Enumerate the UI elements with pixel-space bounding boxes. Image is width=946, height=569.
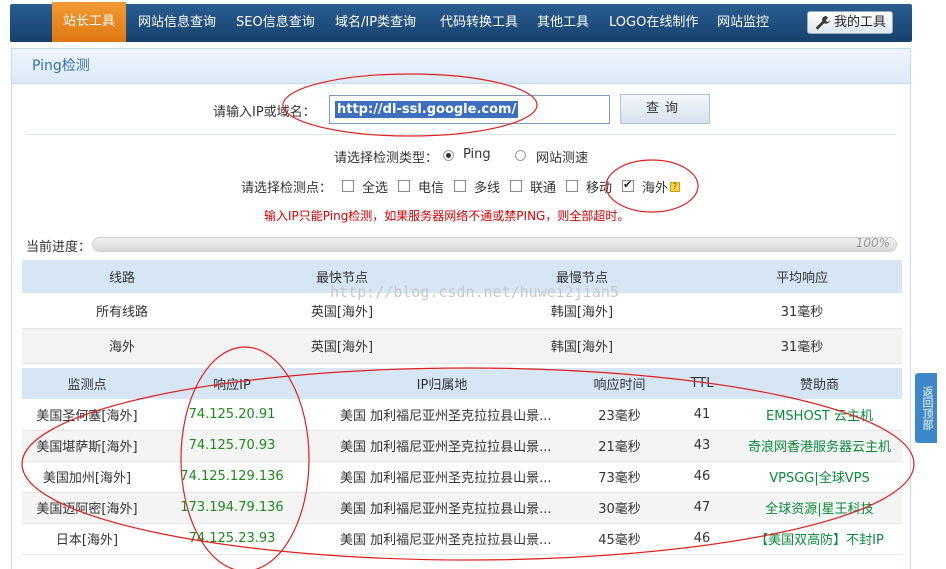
checkbox-all[interactable] [342,180,354,192]
results-header: IP归属地 [312,368,572,399]
help-icon[interactable]: ? [670,182,680,192]
nav-item-domain-ip[interactable]: 域名/IP类查询 [335,4,416,42]
ttl-cell: 46 [667,523,737,555]
checkbox-telecom-label: 电信 [418,181,445,196]
domain-input-value: http://dl-ssl.google.com/ [335,101,519,118]
summary-cell: 英国[海外] [222,328,462,364]
nav-item-monitor[interactable]: 网站监控 [717,4,769,42]
checkbox-telecom[interactable] [398,180,410,192]
sponsor-link[interactable]: 全球资源|星王科技 [737,492,902,524]
checkbox-overseas-label: 海外 [642,181,669,196]
query-button[interactable]: 查询 [620,94,710,124]
panel-title: Ping检测 [32,58,90,74]
checkbox-unicom-label: 联通 [530,181,557,196]
results-row: 美国迈阿密[海外] 173.194.79.136 美国 加利福尼亚州圣克拉拉县山景.… [22,492,902,524]
top-nav: 站长工具 网站信息查询 SEO信息查询 域名/IP类查询 代码转换工具 其他工具… [10,2,912,42]
checkbox-all-label: 全选 [362,181,389,196]
summary-cell: 31毫秒 [702,293,902,329]
back-to-top-tab[interactable]: 返回顶部 [915,373,937,443]
summary-row: 海外 英国[海外] 韩国[海外] 31毫秒 [22,328,902,364]
sponsor-link[interactable]: 【美国双高防】不封IP [737,523,902,555]
results-row: 美国圣何塞[海外] 74.125.20.91 美国 加利福尼亚州圣克拉拉县山景...… [22,399,902,431]
results-row: 美国加州[海外] 74.125.129.136 美国 加利福尼亚州圣克拉拉县山景..… [22,461,902,493]
summary-cell: 海外 [22,328,222,364]
monitor-point-cell: 美国圣何塞[海外] [22,399,152,431]
results-row: 美国堪萨斯[海外] 74.125.70.93 美国 加利福尼亚州圣克拉拉县山景...… [22,430,902,462]
ttl-cell: 47 [667,492,737,524]
radio-speed-label: 网站测速 [536,151,589,166]
results-header: 监测点 [22,368,152,399]
checkbox-mobile[interactable] [566,180,578,192]
checkbox-multi-label: 多线 [474,181,501,196]
input-label: 请输入IP或域名： [213,105,316,120]
ip-location-cell: 美国 加利福尼亚州圣克拉拉县山景... [312,492,572,524]
response-ip-cell: 173.194.79.136 [152,492,312,524]
response-time-cell: 23毫秒 [572,399,667,431]
my-tools-label: 我的工具 [834,15,887,30]
nav-item-site-info[interactable]: 网站信息查询 [138,4,216,42]
ip-location-cell: 美国 加利福尼亚州圣克拉拉县山景... [312,523,572,555]
ip-location-cell: 美国 加利福尼亚州圣克拉拉县山景... [312,399,572,431]
type-label: 请选择检测类型： [334,151,439,166]
response-ip-cell: 74.125.23.93 [152,523,312,555]
response-time-cell: 21毫秒 [572,430,667,462]
divider [26,134,896,135]
results-row: 日本[海外] 74.125.23.93 美国 加利福尼亚州圣克拉拉县山景... 45毫… [22,523,902,555]
nav-item-other-tools[interactable]: 其他工具 [537,4,589,42]
sponsor-link[interactable]: VPSGG|全球VPS [737,461,902,493]
results-table: 监测点 响应IP IP归属地 响应时间 TTL 赞助商 美国圣何塞[海外] 74.… [22,368,902,555]
ttl-cell: 43 [667,430,737,462]
checkbox-overseas[interactable] [622,178,634,192]
results-header: 赞助商 [737,368,902,399]
watermark-text: http://blog.csdn.net/huwei2jian5 [330,283,619,301]
results-header: TTL [667,368,737,399]
panel-header: Ping检测 [12,49,910,84]
ip-location-cell: 美国 加利福尼亚州圣克拉拉县山景... [312,430,572,462]
ttl-cell: 41 [667,399,737,431]
point-label: 请选择检测点： [241,181,333,196]
radio-ping-label: Ping [463,147,491,162]
response-ip-cell: 74.125.129.136 [152,461,312,493]
ttl-cell: 46 [667,461,737,493]
response-ip-cell: 74.125.70.93 [152,430,312,462]
radio-ping[interactable] [443,150,454,161]
ip-location-cell: 美国 加利福尼亚州圣克拉拉县山景... [312,461,572,493]
monitor-point-cell: 美国迈阿密[海外] [22,492,152,524]
results-header: 响应时间 [572,368,667,399]
sponsor-link[interactable]: EMSHOST 云主机 [737,399,902,431]
monitor-point-cell: 美国堪萨斯[海外] [22,430,152,462]
summary-header: 平均响应 [702,260,902,293]
progress-label: 当前进度： [26,240,92,255]
domain-input[interactable]: http://dl-ssl.google.com/ [329,95,610,124]
checkbox-mobile-label: 移动 [586,181,613,196]
progress-value: 100% [855,236,890,250]
results-header-row: 监测点 响应IP IP归属地 响应时间 TTL 赞助商 [22,368,902,399]
nav-item-active[interactable]: 站长工具 [52,2,126,42]
response-time-cell: 30毫秒 [572,492,667,524]
nav-item-code-convert[interactable]: 代码转换工具 [440,4,518,42]
checkbox-multi[interactable] [454,180,466,192]
summary-cell: 所有线路 [22,293,222,329]
nav-item-seo[interactable]: SEO信息查询 [236,4,315,42]
checkbox-unicom[interactable] [510,180,522,192]
warning-text: 输入IP只能Ping检测，如果服务器网络不通或禁PING，则全部超时。 [264,209,630,223]
sponsor-link[interactable]: 奇浪网香港服务器云主机 [737,430,902,462]
summary-header: 线路 [22,260,222,293]
ping-panel: Ping检测 请输入IP或域名： http://dl-ssl.google.co… [11,48,911,569]
results-header: 响应IP [152,368,312,399]
summary-table: 线路 最快节点 最慢节点 平均响应 所有线路 英国[海外] 韩国[海外] 31毫… [22,260,902,364]
my-tools-button[interactable]: 我的工具 [807,11,893,34]
summary-cell: 韩国[海外] [462,328,702,364]
progress-bar: 100% [92,236,897,252]
response-ip-cell: 74.125.20.91 [152,399,312,431]
response-time-cell: 45毫秒 [572,523,667,555]
radio-speed[interactable] [515,150,526,161]
response-time-cell: 73毫秒 [572,461,667,493]
summary-cell: 31毫秒 [702,328,902,364]
monitor-point-cell: 美国加州[海外] [22,461,152,493]
nav-item-logo[interactable]: LOGO在线制作 [609,4,698,42]
wrench-icon [816,16,830,30]
monitor-point-cell: 日本[海外] [22,523,152,555]
